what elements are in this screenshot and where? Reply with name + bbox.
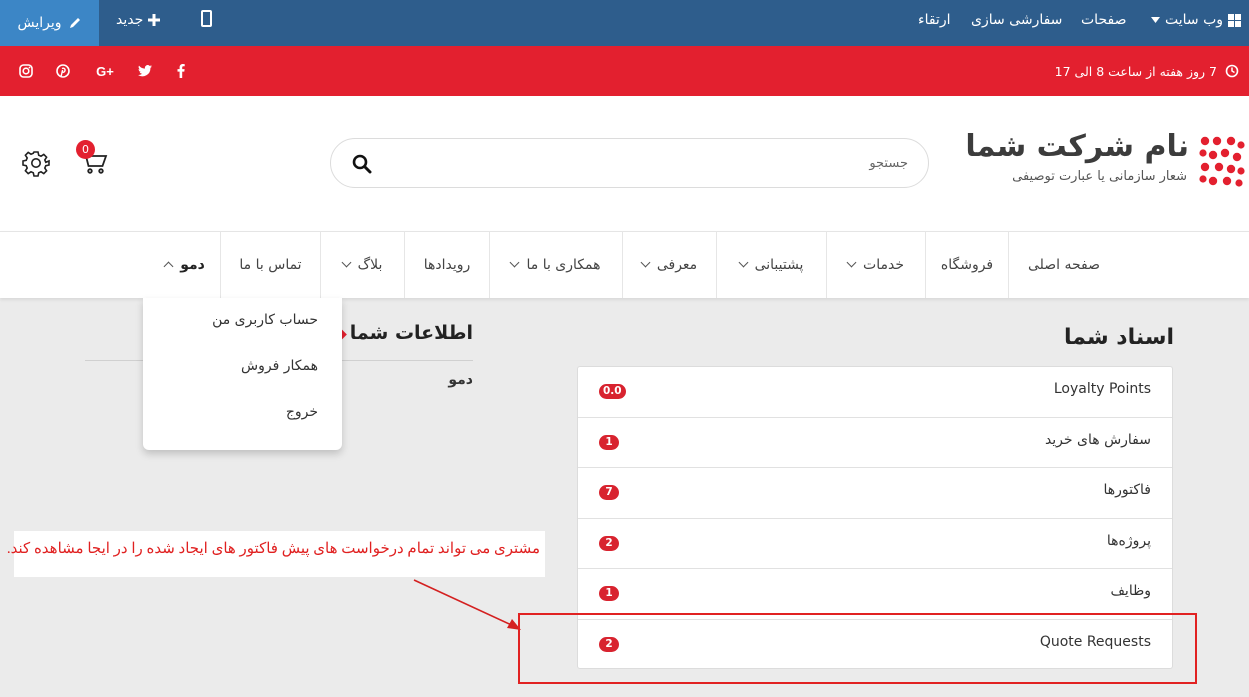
- doc-row-purchase-orders[interactable]: سفارش های خرید 1: [578, 418, 1172, 468]
- nav-label: صفحه اصلی: [1027, 256, 1101, 273]
- chevron-down-icon: [738, 257, 749, 268]
- facebook-icon[interactable]: [170, 60, 192, 82]
- chevron-down-icon: [640, 257, 651, 268]
- customize-label: سفارشی سازی: [971, 12, 1063, 28]
- nav-item-support[interactable]: پشتیبانی: [716, 231, 826, 298]
- search-icon[interactable]: [352, 154, 372, 174]
- annotation-text: مشتری می تواند تمام درخواست های پیش فاکت…: [6, 541, 540, 557]
- cart-count-badge: 0: [76, 140, 95, 159]
- nav-item-services[interactable]: خدمات: [826, 231, 925, 298]
- cart-count: 0: [82, 143, 89, 156]
- pinterest-icon[interactable]: [52, 60, 74, 82]
- nav-label: فروشگاه: [940, 256, 994, 273]
- menu-item-my-account[interactable]: حساب کاربری من: [212, 312, 318, 328]
- info-title: اطلاعات شما: [349, 322, 473, 344]
- count-badge: 1: [599, 586, 619, 601]
- doc-row-loyalty-points[interactable]: Loyalty Points 0.0: [578, 367, 1172, 418]
- count-badge: 0.0: [599, 384, 626, 399]
- nav-label: پشتیبانی: [754, 256, 804, 273]
- menu-item-logout[interactable]: خروج: [286, 404, 318, 420]
- nav-item-user-menu[interactable]: دمو: [150, 231, 220, 298]
- user-name: دمو: [448, 372, 473, 388]
- nav-label: دمو: [180, 256, 205, 273]
- company-logo[interactable]: نام شرکت شما شعار سازمانی یا عبارت توصیف…: [965, 129, 1245, 189]
- plus-icon: [148, 14, 161, 26]
- doc-row-projects[interactable]: پروژه‌ها 2: [578, 519, 1172, 569]
- menu-item-affiliate[interactable]: همکار فروش: [241, 358, 318, 374]
- search-input[interactable]: [388, 151, 908, 175]
- google-plus-icon[interactable]: G+: [92, 60, 118, 82]
- settings-gear-icon[interactable]: [22, 149, 50, 177]
- nav-item-careers[interactable]: همکاری با ما: [489, 231, 622, 298]
- logo-title: نام شرکت شما: [965, 129, 1189, 164]
- nav-item-blog[interactable]: بلاگ: [320, 231, 404, 298]
- edit-button[interactable]: ویرایش: [0, 0, 99, 46]
- caret-down-icon: [1151, 17, 1160, 23]
- edit-label: ویرایش: [17, 15, 62, 31]
- website-label: وب سایت: [1165, 12, 1224, 28]
- doc-row-tasks[interactable]: وظایف 1: [578, 569, 1172, 620]
- nav-item-about[interactable]: معرفی: [622, 231, 716, 298]
- nav-label: معرفی: [656, 256, 698, 273]
- new-label: جدید: [116, 12, 144, 28]
- new-button[interactable]: جدید: [116, 0, 161, 40]
- twitter-icon[interactable]: [134, 60, 156, 82]
- chevron-up-icon: [163, 261, 174, 272]
- doc-label: سفارش های خرید: [1044, 431, 1151, 448]
- doc-label: پروژه‌ها: [1106, 532, 1151, 549]
- annotation-highlight-box: [518, 613, 1197, 684]
- upgrade-link[interactable]: ارتقاء: [918, 0, 950, 40]
- count-badge: 2: [599, 535, 619, 551]
- doc-row-invoices[interactable]: فاکتورها 7: [578, 468, 1172, 519]
- pages-link[interactable]: صفحات: [1081, 0, 1126, 40]
- chevron-down-icon: [510, 257, 520, 268]
- documents-title: اسناد شما: [1063, 325, 1174, 350]
- nav-item-events[interactable]: رویدادها: [404, 231, 489, 298]
- nav-item-contact[interactable]: تماس با ما: [220, 231, 320, 298]
- nav-item-home[interactable]: صفحه اصلی: [1008, 231, 1119, 298]
- nav-label: بلاگ: [357, 256, 383, 273]
- mobile-preview-icon[interactable]: [201, 10, 212, 27]
- nav-label: خدمات: [863, 256, 904, 273]
- nav-label: تماس با ما: [239, 256, 302, 273]
- working-hours-text: 7 روز هفته از ساعت 8 الی 17: [1054, 63, 1217, 79]
- count-badge: 1: [599, 434, 619, 450]
- logo-tagline: شعار سازمانی یا عبارت توصیفی: [1012, 169, 1187, 184]
- doc-label: فاکتورها: [1103, 482, 1152, 498]
- nav-label: رویدادها: [423, 256, 471, 273]
- pages-label: صفحات: [1081, 12, 1127, 28]
- nav-label: همکاری با ما: [526, 256, 601, 273]
- chevron-down-icon: [341, 257, 352, 268]
- grid-icon: [1228, 13, 1242, 27]
- user-dropdown-menu: حساب کاربری من همکار فروش خروج: [143, 298, 342, 450]
- count-badge: 7: [599, 485, 619, 500]
- customize-link[interactable]: سفارشی سازی: [971, 0, 1062, 40]
- instagram-icon[interactable]: [15, 60, 37, 82]
- google-plus-glyph: G+: [96, 63, 114, 79]
- doc-label: وظایف: [1110, 583, 1151, 599]
- working-hours: 7 روز هفته از ساعت 8 الی 17: [1055, 46, 1239, 96]
- search-box[interactable]: [330, 138, 929, 188]
- logo-mark: [1199, 136, 1245, 187]
- upgrade-label: ارتقاء: [918, 12, 951, 28]
- website-menu[interactable]: وب سایت: [1151, 0, 1242, 40]
- chevron-down-icon: [846, 257, 857, 268]
- nav-item-shop[interactable]: فروشگاه: [925, 231, 1008, 298]
- doc-label: Loyalty Points: [1053, 381, 1151, 397]
- annotation-note: مشتری می تواند تمام درخواست های پیش فاکت…: [7, 531, 545, 577]
- clock-icon: [1225, 64, 1239, 78]
- pencil-icon: [69, 18, 80, 28]
